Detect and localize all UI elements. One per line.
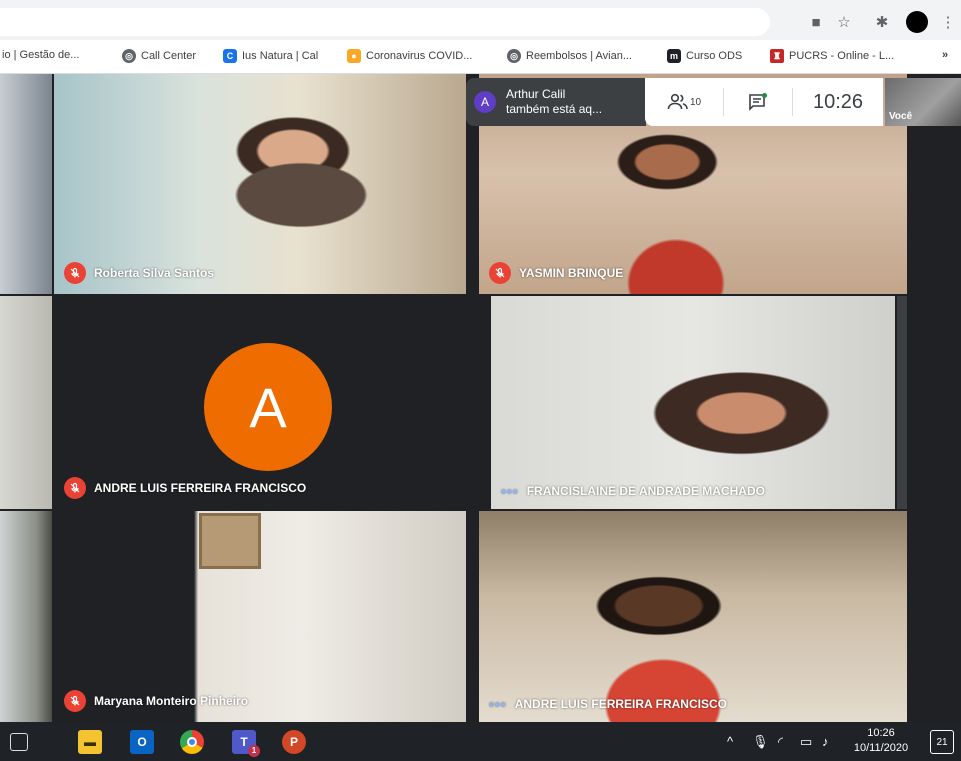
star-icon[interactable]: ☆ xyxy=(834,13,854,33)
people-icon xyxy=(667,93,688,110)
file-explorer-icon[interactable]: ▬ xyxy=(78,730,102,754)
bookmark-label: Curso ODS xyxy=(686,50,743,62)
notification-message: também está aq... xyxy=(506,102,603,116)
meeting-clock: 10:26 xyxy=(812,90,864,113)
microphone-icon[interactable]: 🎙 xyxy=(752,734,769,750)
bookmark-label: io | Gestão de... xyxy=(2,49,80,61)
covid-icon: ● xyxy=(347,49,361,63)
chat-icon xyxy=(749,93,767,111)
teams-badge: 1 xyxy=(248,745,260,757)
speaking-indicator-icon: ••• xyxy=(489,696,507,712)
join-notification[interactable]: A Arthur Calil também está aq... xyxy=(466,78,646,126)
bookmark-label: PUCRS - Online - L... xyxy=(789,50,895,62)
video-tile[interactable]: A ANDRE LUIS FERREIRA FRANCISCO xyxy=(54,296,482,509)
bookmarks-bar: io | Gestão de... ◎ Call Center C Ius Na… xyxy=(0,40,961,74)
bookmark-item[interactable]: C Ius Natura | Cal xyxy=(223,49,318,63)
meet-header-bar: 10 10:26 xyxy=(645,78,883,126)
video-tile-partial xyxy=(0,296,52,509)
participant-name: FRANCISLAINE DE ANDRADE MACHADO xyxy=(526,484,765,498)
participant-name-tag: ANDRE LUIS FERREIRA FRANCISCO xyxy=(64,477,306,499)
taskbar-date: 10/11/2020 xyxy=(853,742,909,754)
video-tile-partial xyxy=(0,511,52,722)
self-view-tile[interactable]: Você xyxy=(885,78,961,126)
windows-taskbar: ▬ O T1 P ^ 🎙 ◜ ▭ ♪ 10:26 10/11/2020 21 xyxy=(0,722,961,761)
camera-icon[interactable]: ■ xyxy=(806,13,826,33)
globe-icon: ◎ xyxy=(507,49,521,63)
bookmark-item[interactable]: m Curso ODS xyxy=(667,49,742,63)
speaking-indicator-icon: ••• xyxy=(501,483,519,499)
self-label: Você xyxy=(889,111,913,122)
participant-name: Roberta Silva Santos xyxy=(94,266,215,280)
outlook-icon[interactable]: O xyxy=(130,730,154,754)
bookmark-item[interactable]: ● Coronavirus COVID... xyxy=(347,49,472,63)
volume-icon[interactable]: ♪ xyxy=(822,734,829,749)
bookmark-label: Call Center xyxy=(141,50,197,62)
participant-name-tag: Maryana Monteiro Pinheiro xyxy=(64,690,248,712)
participants-count: 10 xyxy=(689,96,702,108)
video-tile[interactable]: Maryana Monteiro Pinheiro xyxy=(54,511,466,722)
participant-name-tag: YASMIN BRINQUE xyxy=(489,262,623,284)
teams-icon[interactable]: T1 xyxy=(232,730,260,757)
participant-name-tag: ••• FRANCISLAINE DE ANDRADE MACHADO xyxy=(501,483,765,499)
bookmark-label: Reembolsos | Avian... xyxy=(526,50,632,62)
notification-avatar: A xyxy=(474,91,496,113)
participant-name-tag: ••• ANDRE LUIS FERREIRA FRANCISCO xyxy=(489,696,727,712)
battery-icon[interactable]: ▭ xyxy=(800,734,812,750)
meet-stage: Roberta Silva Santos YASMIN BRINQUE A AN… xyxy=(0,74,961,722)
video-tile[interactable]: ••• ANDRE LUIS FERREIRA FRANCISCO xyxy=(479,511,907,722)
taskbar-clock[interactable]: 10:26 10/11/2020 xyxy=(845,726,917,756)
bookmark-label: Coronavirus COVID... xyxy=(366,50,473,62)
c-icon: C xyxy=(223,49,237,63)
menu-icon[interactable]: ⋮ xyxy=(938,13,958,33)
wifi-icon[interactable]: ◜ xyxy=(778,734,783,750)
picture-frame xyxy=(199,513,261,569)
m-icon: m xyxy=(667,49,681,63)
chat-button[interactable] xyxy=(724,78,792,126)
video-tile-partial xyxy=(0,74,52,294)
profile-avatar[interactable] xyxy=(906,11,928,33)
participant-name: ANDRE LUIS FERREIRA FRANCISCO xyxy=(514,697,727,711)
globe-icon: ◎ xyxy=(122,49,136,63)
participant-name: ANDRE LUIS FERREIRA FRANCISCO xyxy=(94,481,307,495)
action-center-icon[interactable]: 21 xyxy=(930,730,954,754)
notification-text: Arthur Calil também está aq... xyxy=(506,87,602,117)
video-tile[interactable]: ••• FRANCISLAINE DE ANDRADE MACHADO xyxy=(491,296,895,509)
pucrs-icon: ♜ xyxy=(770,49,784,63)
address-bar[interactable] xyxy=(0,8,770,36)
participant-name-tag: Roberta Silva Santos xyxy=(64,262,214,284)
notification-name: Arthur Calil xyxy=(506,87,566,101)
mic-off-icon xyxy=(64,262,86,284)
bookmarks-overflow-button[interactable]: » xyxy=(942,49,948,61)
video-tile[interactable]: Roberta Silva Santos xyxy=(54,74,466,294)
chrome-icon[interactable] xyxy=(180,730,204,754)
browser-toolbar: ■ ☆ ✱ ⋮ xyxy=(0,0,961,40)
mic-off-icon xyxy=(489,262,511,284)
participants-button[interactable]: 10 xyxy=(645,78,723,126)
participant-avatar: A xyxy=(204,343,332,471)
mic-off-icon xyxy=(64,477,86,499)
mic-off-icon xyxy=(64,690,86,712)
bookmark-item[interactable]: ◎ Reembolsos | Avian... xyxy=(507,49,632,63)
participant-name: Maryana Monteiro Pinheiro xyxy=(94,694,249,708)
chevron-up-icon[interactable]: ^ xyxy=(727,734,733,749)
task-view-icon[interactable] xyxy=(10,733,28,751)
powerpoint-icon[interactable]: P xyxy=(282,730,306,754)
taskbar-time: 10:26 xyxy=(867,727,895,739)
tile-gap xyxy=(897,296,907,509)
bookmark-label: Ius Natura | Cal xyxy=(242,50,319,62)
extensions-icon[interactable]: ✱ xyxy=(872,13,892,33)
bookmark-item[interactable]: io | Gestão de... xyxy=(2,49,79,61)
bookmark-item[interactable]: ◎ Call Center xyxy=(122,49,196,63)
bookmark-item[interactable]: ♜ PUCRS - Online - L... xyxy=(770,49,894,63)
participant-name: YASMIN BRINQUE xyxy=(519,266,624,280)
